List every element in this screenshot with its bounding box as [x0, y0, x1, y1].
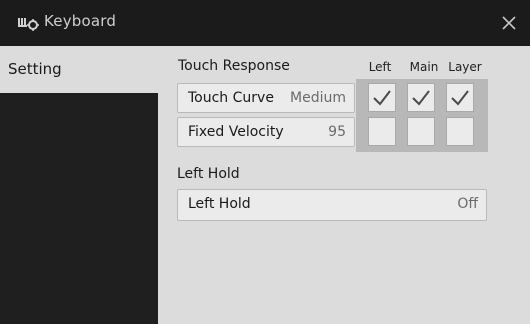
column-header-left: Left [368, 60, 392, 74]
touch-curve-value: Medium [290, 90, 346, 106]
touch-curve-layer-checkbox[interactable] [446, 83, 474, 112]
left-hold-button[interactable]: Left Hold Off [177, 189, 487, 221]
fixed-velocity-layer-checkbox[interactable] [446, 117, 474, 146]
main-panel: Touch Response Left Main Layer Touch Cur… [158, 46, 530, 324]
fixed-velocity-main-checkbox[interactable] [407, 117, 435, 146]
content-area: Setting Touch Response Left Main Layer T… [0, 46, 530, 324]
checkmark-icon [412, 90, 430, 106]
fixed-velocity-label: Fixed Velocity [188, 124, 284, 140]
close-icon [502, 16, 516, 30]
fixed-velocity-value: 95 [328, 124, 346, 140]
checkmark-icon [373, 90, 391, 106]
keyboard-settings-icon [18, 15, 40, 31]
column-header-main: Main [409, 60, 439, 74]
touch-curve-button[interactable]: Touch Curve Medium [177, 83, 355, 113]
left-hold-label: Left Hold [188, 196, 251, 212]
window-title: Keyboard [44, 12, 117, 30]
checkmark-icon [451, 90, 469, 106]
title-bar: Keyboard [0, 0, 530, 46]
left-hold-value: Off [457, 196, 478, 212]
left-hold-heading: Left Hold [177, 166, 240, 182]
sidebar: Setting [0, 46, 158, 324]
sidebar-tab-setting[interactable]: Setting [0, 46, 158, 93]
fixed-velocity-left-checkbox[interactable] [368, 117, 396, 146]
touch-curve-left-checkbox[interactable] [368, 83, 396, 112]
touch-curve-main-checkbox[interactable] [407, 83, 435, 112]
part-checkbox-grid [356, 79, 488, 152]
column-header-layer: Layer [448, 60, 482, 74]
close-button[interactable] [498, 12, 520, 34]
touch-response-heading: Touch Response [178, 58, 290, 74]
fixed-velocity-button[interactable]: Fixed Velocity 95 [177, 117, 355, 147]
touch-curve-label: Touch Curve [188, 90, 274, 106]
